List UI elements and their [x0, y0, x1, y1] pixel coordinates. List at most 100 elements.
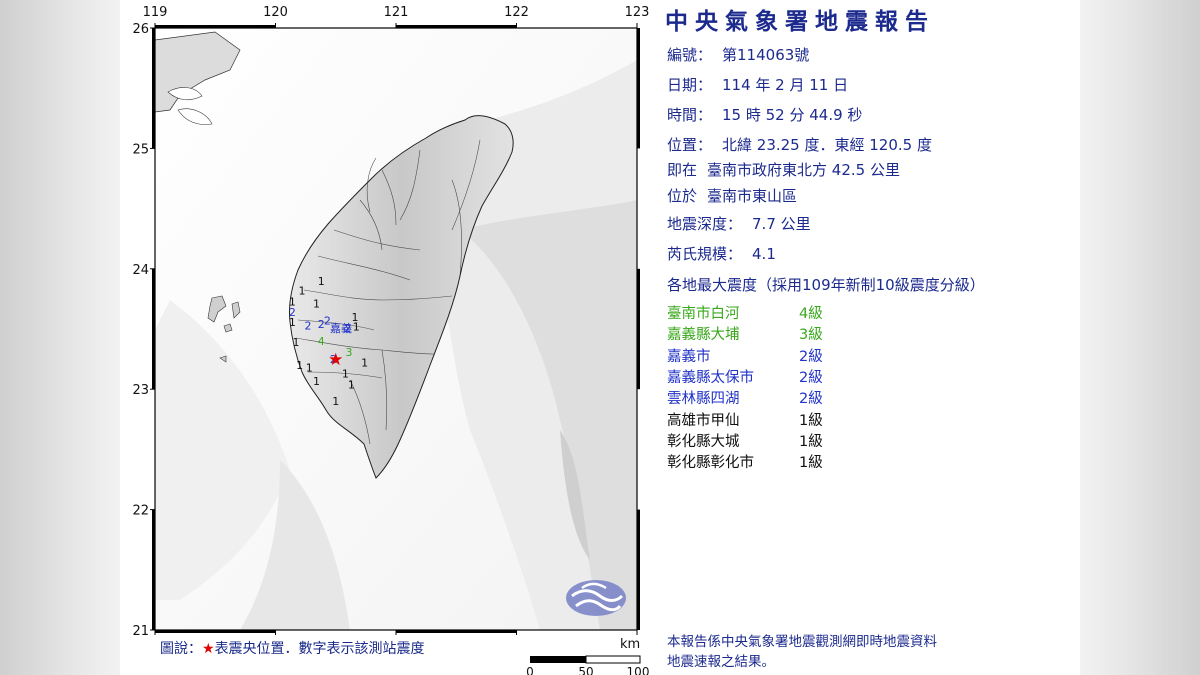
station-row: 臺南市白河 4級 — [667, 302, 823, 323]
station-name: 高雄市甲仙 — [667, 412, 740, 429]
lon-tick-label: 120 — [263, 5, 288, 20]
right-blur-panel — [1080, 0, 1200, 675]
frame-band — [152, 28, 155, 149]
depth-value: 7.7 公里 — [752, 215, 811, 233]
scale-tick-100: 100 — [627, 665, 650, 675]
position-label: 位置： — [667, 136, 713, 154]
relative-value: 臺南市政府東北方 42.5 公里 — [707, 161, 900, 179]
footer-line-1: 本報告係中央氣象署地震觀測網即時地震資料 — [667, 634, 937, 650]
station-level: 2級 — [799, 348, 823, 365]
date-value: 114 年 2 月 11 日 — [722, 76, 849, 94]
magnitude-label: 芮氏規模： — [667, 245, 743, 263]
lon-tick-label: 119 — [143, 5, 168, 20]
intensity-mark: 1 — [292, 336, 299, 349]
frame-band — [637, 268, 640, 390]
station-level: 1級 — [799, 433, 823, 450]
earthquake-report: 119 120 121 122 123 26 25 24 23 22 21 11112122221… — [120, 0, 1080, 675]
taiwan-map: 119 120 121 122 123 262524232221 111 121 2 2 221… — [132, 5, 650, 675]
frame-band — [155, 630, 276, 633]
station-level: 2級 — [799, 391, 823, 408]
report-title: 中央氣象署地震報告 — [665, 9, 935, 35]
lat-tick-label: 24 — [132, 263, 149, 278]
map-area: 119 120 121 122 123 26 25 24 23 22 21 11112122221… — [120, 0, 660, 675]
lat-tick-label: 25 — [132, 142, 149, 157]
intensity-heading: 各地最大震度（採用109年新制10級震度分級） — [667, 276, 985, 294]
lat-tick-label: 23 — [132, 383, 149, 398]
intensity-mark: 3 — [346, 346, 353, 359]
intensity-mark: 1 — [318, 275, 325, 288]
date-label: 日期： — [667, 76, 713, 94]
intensity-mark: 4 — [318, 335, 325, 348]
district-value: 臺南市東山區 — [707, 187, 798, 205]
station-row: 嘉義縣大埔 3級 — [667, 323, 823, 344]
legend-note: 圖說：★表震央位置．數字表示該測站震度 — [160, 638, 425, 658]
latitude-labels: 26 25 24 23 22 21 — [132, 22, 149, 639]
frame-band — [396, 25, 517, 28]
report-relative-location: 即在 臺南市政府東北方 42.5 公里 — [667, 159, 900, 180]
magnitude-value: 4.1 — [752, 245, 776, 263]
scale-unit: km — [620, 637, 641, 652]
station-level: 1級 — [799, 412, 823, 429]
station-name: 彰化縣彰化市 — [667, 455, 754, 472]
number-value: 第114063號 — [722, 46, 810, 64]
frame-band — [396, 630, 517, 633]
legend-prefix: 圖說： — [160, 641, 202, 657]
legend-text: 表震央位置．數字表示該測站震度 — [214, 641, 425, 657]
scale-tick-50: 50 — [578, 665, 593, 675]
scale-tick-0: 0 — [526, 665, 534, 675]
station-name: 嘉義縣大埔 — [667, 327, 740, 344]
station-level: 4級 — [799, 306, 823, 322]
longitude-labels: 119 120 121 122 123 — [143, 5, 650, 20]
intensity-mark: 1 — [313, 298, 320, 311]
city-label-chiayi: 嘉義 — [330, 321, 352, 335]
station-row: 高雄市甲仙 1級 — [667, 409, 823, 430]
intensity-mark: 2 — [305, 319, 312, 332]
report-number: 編號： 第114063號 — [667, 44, 809, 65]
station-name: 雲林縣四湖 — [667, 391, 740, 408]
intensity-mark: 1 — [332, 395, 339, 408]
station-name: 彰化縣大城 — [667, 433, 740, 450]
frame-band — [152, 509, 155, 630]
cwa-logo-icon — [566, 580, 626, 616]
district-label: 位於 — [667, 187, 698, 205]
station-level: 2級 — [799, 369, 823, 386]
intensity-mark: 1 — [353, 321, 360, 334]
station-row: 嘉義市 2級 — [667, 345, 823, 366]
station-name: 嘉義縣太保市 — [667, 369, 754, 386]
report-magnitude: 芮氏規模： 4.1 — [667, 243, 776, 264]
footer-line-2: 地震速報之結果。 — [667, 654, 775, 670]
station-row: 嘉義縣太保市 2級 — [667, 366, 823, 387]
intensity-mark: 1 — [348, 378, 355, 391]
frame-band — [637, 509, 640, 630]
intensity-mark: 1 — [313, 375, 320, 388]
intensity-mark: 1 — [306, 362, 313, 375]
position-value: 北緯 23.25 度．東經 120.5 度 — [722, 136, 932, 154]
report-date: 日期： 114 年 2 月 11 日 — [667, 74, 848, 95]
left-blur-panel — [0, 0, 120, 675]
lat-tick-label: 21 — [132, 624, 149, 639]
station-row: 彰化縣大城 1級 — [667, 430, 823, 451]
time-value: 15 時 52 分 44.9 秒 — [722, 106, 863, 124]
relative-label: 即在 — [667, 161, 698, 179]
scale-bar: 0 50 100 — [526, 655, 650, 675]
lon-tick-label: 122 — [504, 5, 529, 20]
lat-tick-label: 22 — [132, 504, 149, 519]
station-level: 1級 — [799, 455, 823, 472]
depth-label: 地震深度： — [667, 215, 743, 233]
frame-band — [155, 25, 276, 28]
time-label: 時間： — [667, 106, 713, 124]
report-time: 時間： 15 時 52 分 44.9 秒 — [667, 104, 862, 125]
lon-tick-label: 121 — [384, 5, 409, 20]
frame-band — [637, 28, 640, 149]
lat-tick-label: 26 — [132, 22, 149, 37]
station-level: 3級 — [799, 327, 823, 344]
lon-tick-label: 123 — [625, 5, 650, 20]
report-footer: 本報告係中央氣象署地震觀測網即時地震資料 地震速報之結果。 — [667, 632, 937, 672]
station-name: 臺南市白河 — [667, 306, 740, 322]
station-name: 嘉義市 — [667, 348, 711, 365]
legend-star-icon: ★ — [202, 641, 215, 657]
report-depth: 地震深度： 7.7 公里 — [667, 213, 811, 234]
intensity-mark: 1 — [361, 357, 368, 370]
report-district: 位於 臺南市東山區 — [667, 185, 797, 206]
station-row: 雲林縣四湖 2級 — [667, 387, 823, 408]
